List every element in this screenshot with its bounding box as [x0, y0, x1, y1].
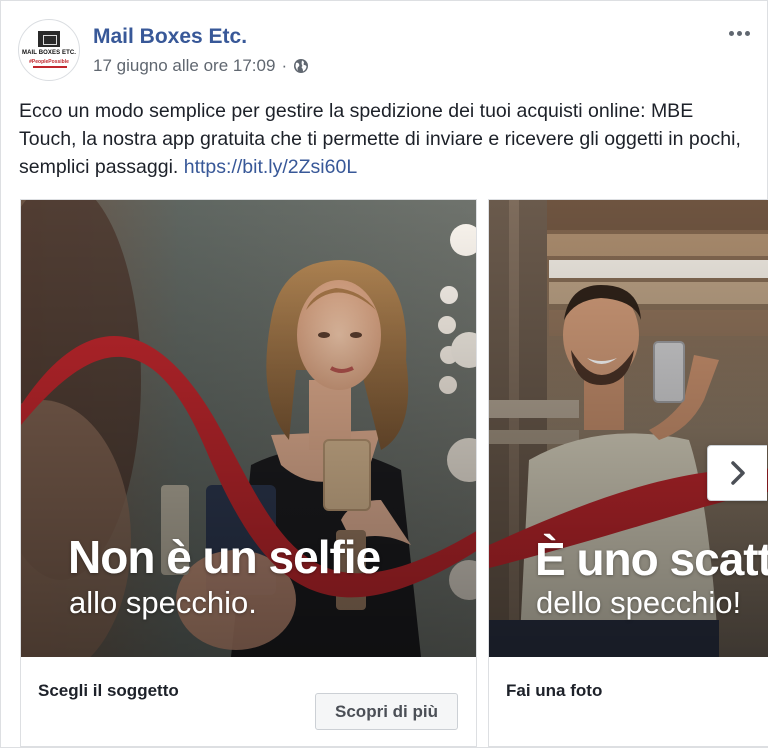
- meta-separator: ·: [281, 56, 288, 75]
- more-dots-icon: [736, 30, 742, 36]
- more-dots-icon: [744, 30, 750, 36]
- avatar-logo-text: MAIL BOXES ETC.: [21, 50, 77, 56]
- facebook-post: MAIL BOXES ETC. #PeoplePossible Mail Box…: [0, 0, 768, 748]
- post-body: Ecco un modo semplice per gestire la spe…: [19, 97, 754, 181]
- more-options-button[interactable]: [725, 23, 753, 43]
- card-1-headline: Non è un selfie: [68, 531, 381, 583]
- avatar-tagline: #PeoplePossible: [29, 59, 69, 65]
- card-image-1[interactable]: Non è un selfie allo specchio.: [21, 200, 476, 657]
- card-image-2[interactable]: È uno scatt dello specchio!: [489, 200, 768, 657]
- card-2-headline: È uno scatt: [535, 533, 768, 585]
- carousel-next-button[interactable]: [707, 445, 767, 501]
- learn-more-button[interactable]: Scopri di più: [315, 693, 458, 730]
- carousel-card-1[interactable]: Non è un selfie allo specchio. Scegli il…: [20, 199, 477, 747]
- post-link[interactable]: https://bit.ly/2Zsi60L: [184, 156, 357, 178]
- chevron-right-icon: [730, 461, 745, 485]
- carousel: Non è un selfie allo specchio. Scegli il…: [1, 199, 768, 748]
- more-dots-icon: [728, 30, 734, 36]
- card-2-caption[interactable]: Fai una foto: [506, 681, 602, 701]
- page-name-link[interactable]: Mail Boxes Etc.: [93, 25, 247, 49]
- mbe-logo-icon: [38, 31, 60, 47]
- card-2-subheadline: dello specchio!: [536, 585, 742, 620]
- post-text: Ecco un modo semplice per gestire la spe…: [19, 100, 741, 178]
- post-timestamp[interactable]: 17 giugno alle ore 17:09: [93, 56, 275, 76]
- avatar-divider: [33, 66, 67, 68]
- card-1-subheadline: allo specchio.: [69, 585, 257, 620]
- post-meta: 17 giugno alle ore 17:09 ·: [93, 56, 309, 76]
- globe-icon[interactable]: [293, 58, 309, 74]
- card-1-footer: Scegli il soggetto Scopri di più: [21, 657, 476, 746]
- page-avatar[interactable]: MAIL BOXES ETC. #PeoplePossible: [18, 19, 80, 81]
- card-2-footer: Fai una foto: [489, 657, 768, 746]
- card-1-caption[interactable]: Scegli il soggetto: [38, 681, 179, 701]
